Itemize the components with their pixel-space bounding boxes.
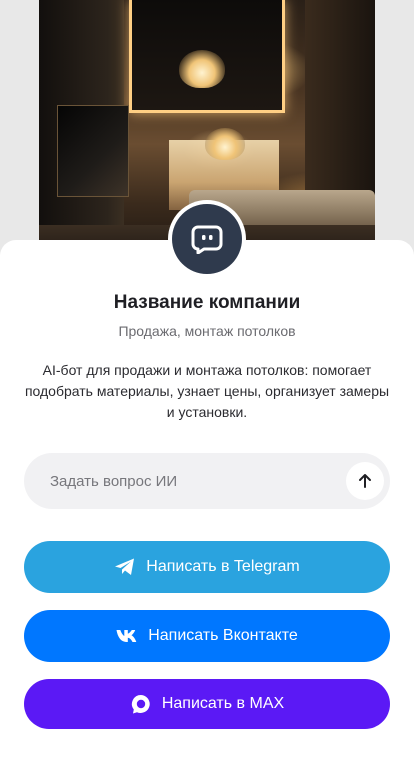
vk-icon <box>116 629 138 643</box>
vk-button[interactable]: Написать Вконтакте <box>24 610 390 662</box>
ask-ai-box <box>24 453 390 509</box>
max-button-label: Написать в MAX <box>161 695 285 712</box>
telegram-button-label: Написать в Telegram <box>146 558 300 575</box>
ask-ai-input[interactable] <box>48 460 346 502</box>
hero-chandelier <box>179 50 225 88</box>
max-button[interactable]: Написать в MAX <box>24 679 390 729</box>
telegram-icon <box>114 557 136 577</box>
company-description: AI-бот для продажи и монтажа потолков: п… <box>24 362 390 420</box>
avatar <box>168 200 246 278</box>
max-icon <box>130 693 152 715</box>
hero-tv <box>57 105 129 197</box>
arrow-up-icon <box>359 474 371 488</box>
vk-button-label: Написать Вконтакте <box>148 627 298 644</box>
telegram-button[interactable]: Написать в Telegram <box>24 541 390 593</box>
chat-bot-icon <box>191 225 223 254</box>
avatar-circle <box>172 204 242 274</box>
company-name: Название компании <box>113 292 301 313</box>
send-button[interactable] <box>346 462 384 500</box>
hero-chandelier <box>205 128 245 160</box>
company-subtitle: Продажа, монтаж потолков <box>118 323 296 339</box>
page: Название компании Продажа, монтаж потолк… <box>0 0 414 770</box>
